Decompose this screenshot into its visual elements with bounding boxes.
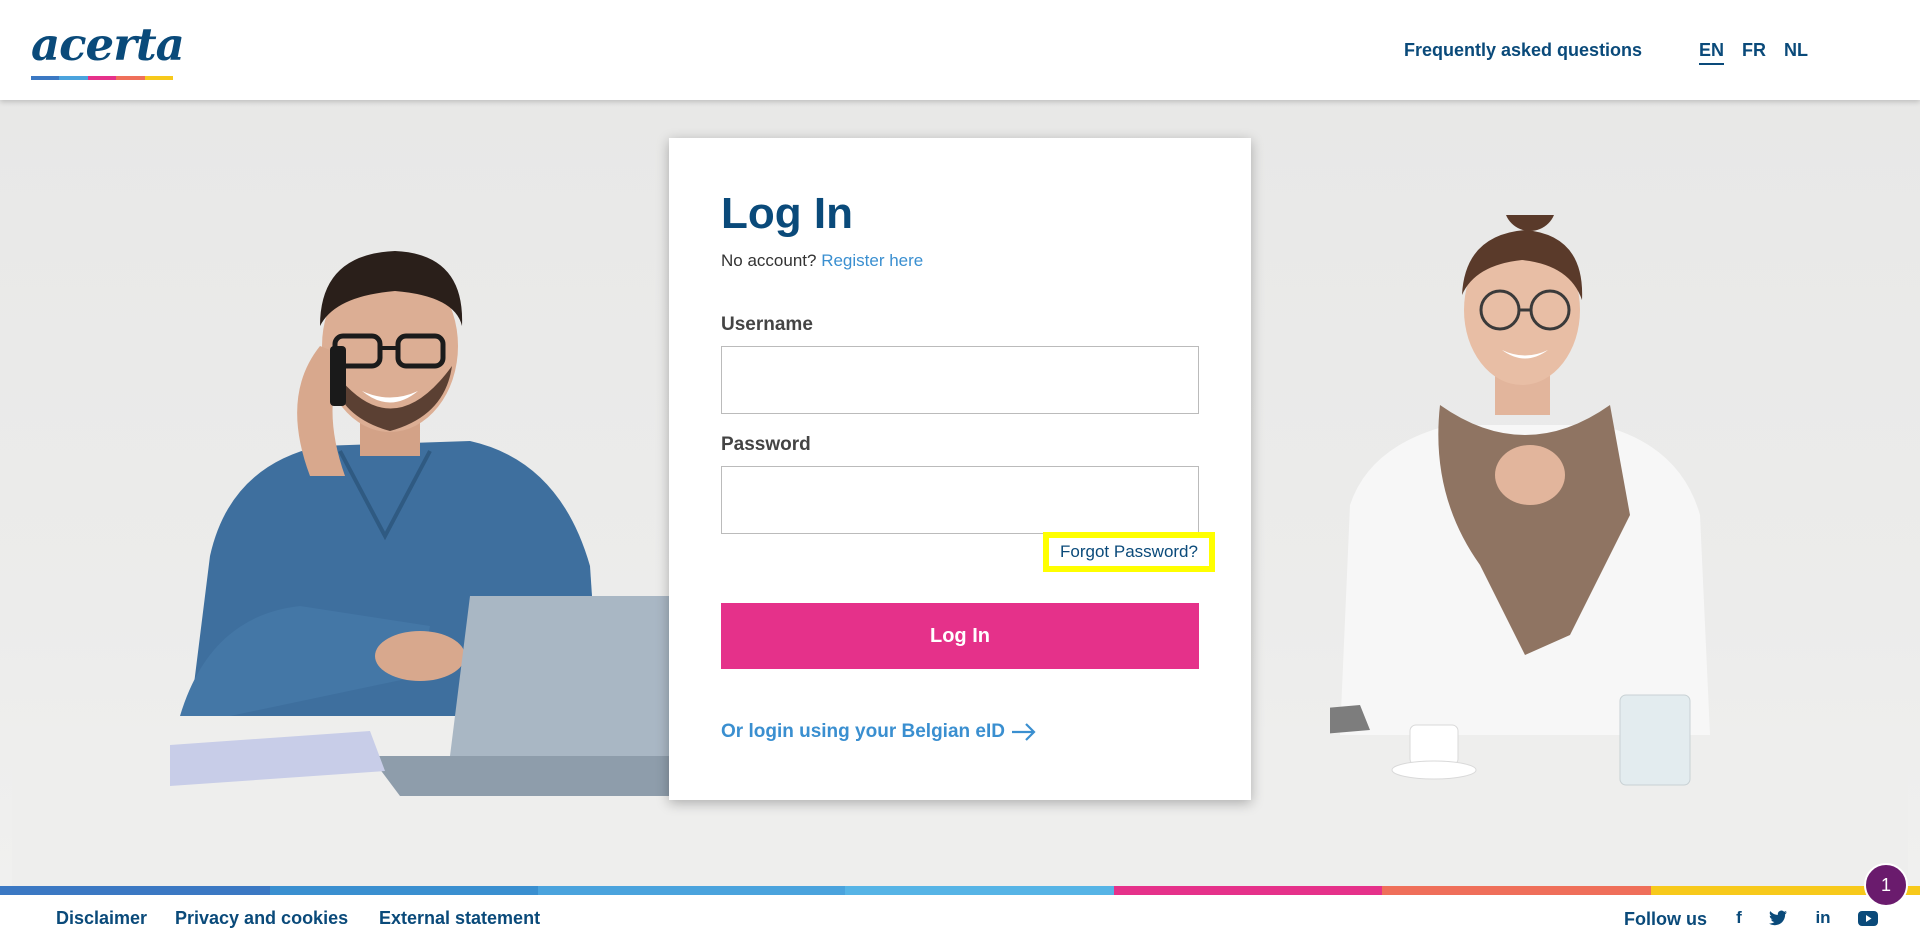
login-button[interactable]: Log In <box>721 603 1199 669</box>
linkedin-icon[interactable]: in <box>1811 906 1835 930</box>
lang-en[interactable]: EN <box>1699 40 1725 65</box>
password-label: Password <box>721 434 811 455</box>
acerta-logo[interactable]: acerta <box>31 22 185 82</box>
follow-us-label: Follow us <box>1624 909 1707 929</box>
username-field[interactable] <box>721 346 1199 414</box>
privacy-cookies-link[interactable]: Privacy and cookies <box>175 908 348 929</box>
eid-link-label: Or login using your Belgian eID <box>721 721 1005 742</box>
facebook-icon[interactable]: f <box>1727 906 1751 930</box>
twitter-icon[interactable] <box>1766 906 1790 930</box>
logo-wordmark: acerta <box>31 18 185 71</box>
site-header: acerta Frequently asked questions EN FR … <box>0 0 1920 100</box>
username-label: Username <box>721 314 813 335</box>
logo-color-stripe <box>31 76 174 80</box>
password-field[interactable] <box>721 466 1199 534</box>
register-prompt: No account? Register here <box>721 251 923 271</box>
page-title: Log In <box>721 189 853 238</box>
faq-link[interactable]: Frequently asked questions <box>1404 40 1642 61</box>
lang-fr[interactable]: FR <box>1742 40 1766 61</box>
disclaimer-link[interactable]: Disclaimer <box>56 908 147 929</box>
no-account-text: No account? <box>721 251 817 270</box>
brand-color-stripe <box>0 886 1920 895</box>
youtube-icon[interactable] <box>1856 906 1880 930</box>
site-footer: Disclaimer Privacy and cookies External … <box>0 895 1920 948</box>
lang-nl[interactable]: NL <box>1784 40 1808 61</box>
login-card: Log In No account? Register here Usernam… <box>669 138 1251 800</box>
man-on-phone-image <box>170 251 670 796</box>
register-link[interactable]: Register here <box>821 251 923 270</box>
woman-smiling-image <box>1330 215 1710 786</box>
arrow-right-icon <box>1011 723 1036 741</box>
belgian-eid-login-link[interactable]: Or login using your Belgian eID <box>721 721 1037 743</box>
external-statement-link[interactable]: External statement <box>379 908 540 929</box>
notification-badge[interactable]: 1 <box>1864 863 1908 907</box>
forgot-password-link[interactable]: Forgot Password? <box>1043 532 1215 572</box>
